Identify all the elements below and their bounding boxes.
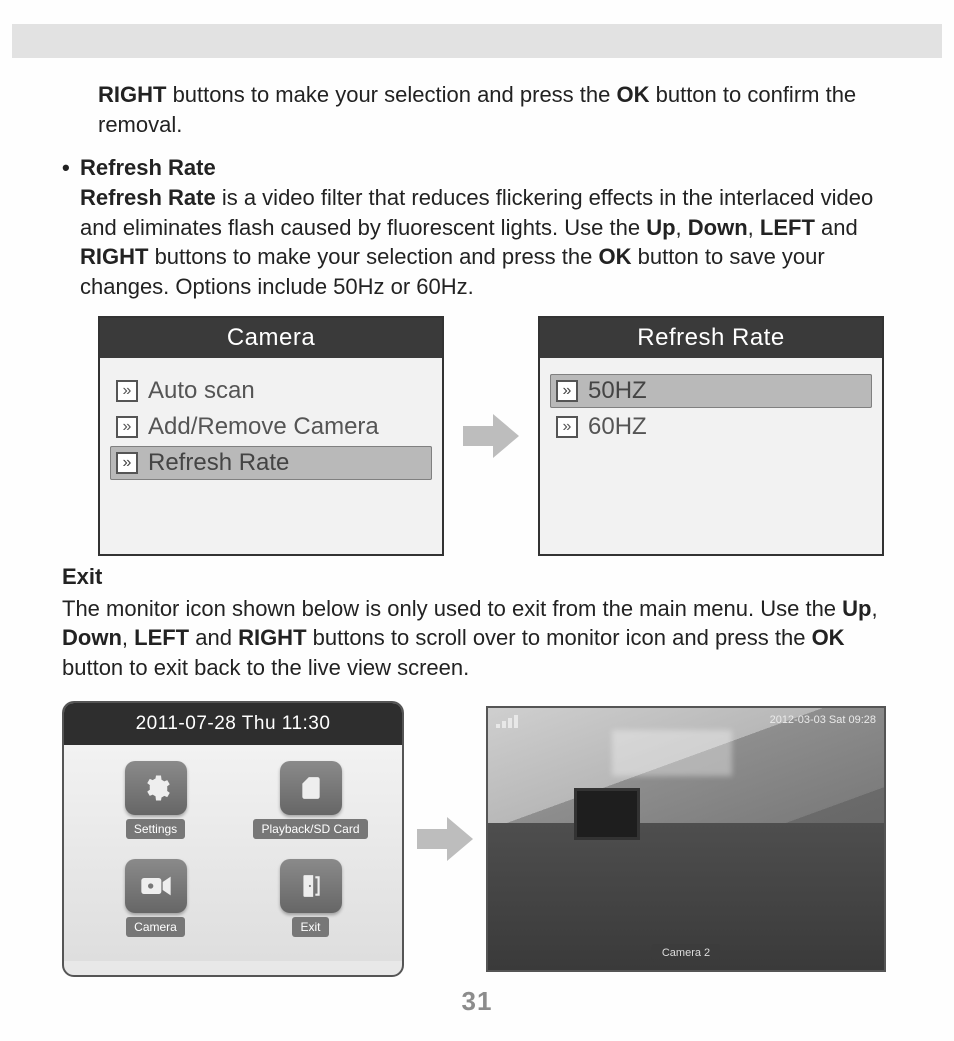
sep: , (748, 215, 760, 240)
tile-label: Camera (126, 917, 185, 937)
camera-menu-title: Camera (100, 318, 442, 358)
exit-right: RIGHT (238, 625, 306, 650)
camera-icon (125, 859, 187, 913)
exit-mid: buttons to scroll over to monitor icon a… (307, 625, 812, 650)
refresh-down: Down (688, 215, 748, 240)
tile-label: Playback/SD Card (253, 819, 367, 839)
sep: , (122, 625, 134, 650)
device-main-menu: 2011-07-28 Thu 11:30 Settings Playback/S… (62, 701, 404, 977)
menu-item-label: 50HZ (588, 377, 647, 405)
figure-row-menus: Camera » Auto scan » Add/Remove Camera »… (98, 316, 892, 556)
live-view-camera-label: Camera 2 (652, 944, 720, 962)
camera-menu-item[interactable]: » Auto scan (110, 374, 432, 408)
exit-heading: Exit (62, 564, 102, 589)
intro-bold-right: RIGHT (98, 82, 166, 107)
intro-bold-ok: OK (617, 82, 650, 107)
arrow-right-icon (416, 817, 474, 861)
refresh-ok: OK (599, 244, 632, 269)
exit-down: Down (62, 625, 122, 650)
refresh-heading: Refresh Rate (80, 155, 216, 180)
refresh-right: RIGHT (80, 244, 148, 269)
refresh-menu-title: Refresh Rate (540, 318, 882, 358)
refresh-mid: buttons to make your selection and press… (148, 244, 598, 269)
tile-camera[interactable]: Camera (88, 859, 223, 949)
page-number: 31 (0, 986, 954, 1017)
refresh-menu-item-selected[interactable]: » 50HZ (550, 374, 872, 408)
menu-arrow-icon: » (556, 416, 578, 438)
exit-door-icon (280, 859, 342, 913)
camera-menu-item[interactable]: » Add/Remove Camera (110, 410, 432, 444)
tile-label: Settings (126, 819, 185, 839)
bullet-dot: • (62, 153, 80, 301)
exit-heading-line: Exit (62, 562, 892, 592)
camera-menu: Camera » Auto scan » Add/Remove Camera »… (98, 316, 444, 556)
live-view-timestamp: 2012-03-03 Sat 09:28 (770, 714, 876, 726)
figure-row-device: 2011-07-28 Thu 11:30 Settings Playback/S… (62, 701, 892, 977)
refresh-lead-bold: Refresh Rate (80, 185, 216, 210)
exit-pre: The monitor icon shown below is only use… (62, 596, 842, 621)
menu-arrow-icon: » (116, 380, 138, 402)
refresh-rate-bullet: • Refresh Rate Refresh Rate is a video f… (62, 153, 892, 301)
intro-continuation: RIGHT buttons to make your selection and… (98, 80, 892, 139)
tile-label: Exit (292, 917, 328, 937)
exit-up: Up (842, 596, 871, 621)
exit-tail: button to exit back to the live view scr… (62, 655, 469, 680)
exit-left: LEFT (134, 625, 189, 650)
refresh-up: Up (646, 215, 675, 240)
live-view-light (612, 730, 732, 776)
sep: and (815, 215, 858, 240)
refresh-left: LEFT (760, 215, 815, 240)
tile-playback[interactable]: Playback/SD Card (243, 761, 378, 851)
live-view-screenshot: 2012-03-03 Sat 09:28 Camera 2 (486, 706, 886, 972)
tile-exit[interactable]: Exit (243, 859, 378, 949)
refresh-menu: Refresh Rate » 50HZ » 60HZ (538, 316, 884, 556)
arrow-right-icon (462, 414, 520, 458)
exit-ok: OK (812, 625, 845, 650)
menu-item-label: 60HZ (588, 413, 647, 441)
sd-card-icon (280, 761, 342, 815)
exit-paragraph: The monitor icon shown below is only use… (62, 594, 892, 683)
sep: and (189, 625, 238, 650)
gear-icon (125, 761, 187, 815)
menu-arrow-icon: » (556, 380, 578, 402)
menu-item-label: Auto scan (148, 377, 255, 405)
menu-arrow-icon: » (116, 416, 138, 438)
live-view-monitor (574, 788, 640, 840)
refresh-menu-item[interactable]: » 60HZ (550, 410, 872, 444)
signal-icon (496, 714, 526, 728)
menu-item-label: Refresh Rate (148, 449, 289, 477)
menu-arrow-icon: » (116, 452, 138, 474)
menu-item-label: Add/Remove Camera (148, 413, 379, 441)
intro-mid1: buttons to make your selection and press… (166, 82, 616, 107)
device-timestamp: 2011-07-28 Thu 11:30 (64, 703, 402, 745)
page-top-band (12, 24, 942, 58)
sep: , (676, 215, 688, 240)
sep: , (871, 596, 877, 621)
tile-settings[interactable]: Settings (88, 761, 223, 851)
camera-menu-item-selected[interactable]: » Refresh Rate (110, 446, 432, 480)
